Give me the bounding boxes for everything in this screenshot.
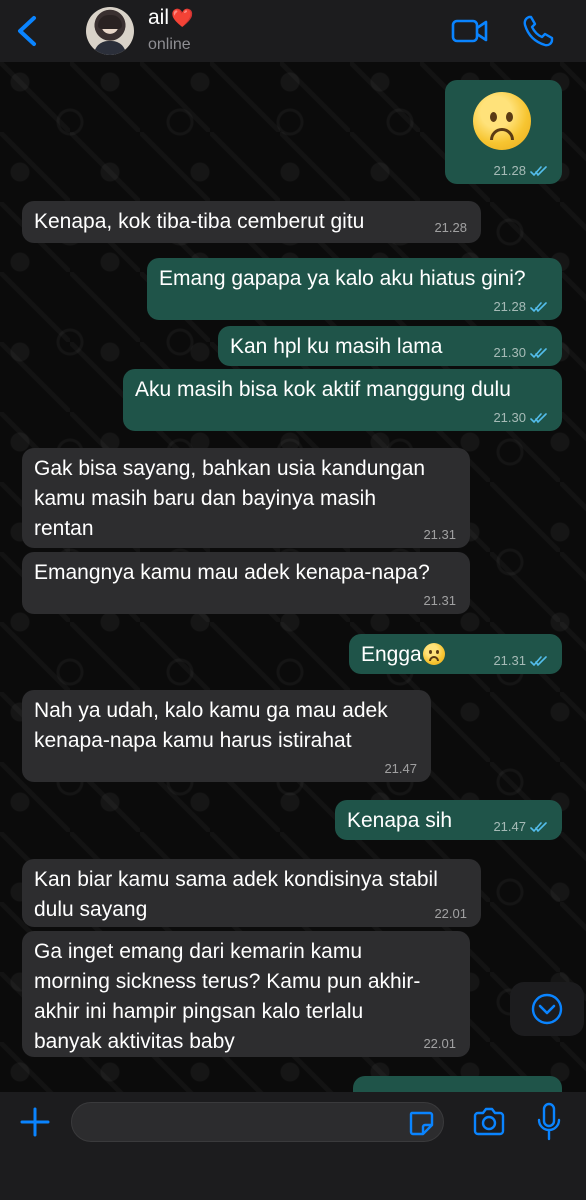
- message-bubble[interactable]: Nah ya udah, kalo kamu ga mau adek kenap…: [22, 690, 431, 782]
- camera-icon[interactable]: [472, 1107, 506, 1137]
- contact-name-text: ail: [148, 6, 170, 29]
- message-bubble[interactable]: 21.28: [445, 80, 562, 184]
- message-time: 21.47: [384, 761, 417, 776]
- message-time: 21.30: [493, 410, 526, 425]
- heart-emoji: ❤️: [171, 8, 194, 28]
- sad-face-emoji: [473, 92, 531, 150]
- read-ticks-icon: [530, 656, 547, 667]
- message-time: 21.28: [493, 299, 526, 314]
- contact-status: online: [148, 36, 191, 53]
- sticker-icon[interactable]: [408, 1110, 434, 1136]
- video-call-icon[interactable]: [451, 16, 489, 46]
- sad-face-emoji: [422, 643, 445, 665]
- message-bubble[interactable]: Kan biar kamu sama adek kondisinya stabi…: [22, 859, 481, 927]
- message-time: 21.31: [493, 653, 526, 668]
- message-text: Emangnya kamu mau adek kenapa-napa?: [34, 561, 430, 584]
- message-bubble[interactable]: Engga 21.31: [349, 634, 562, 674]
- plus-icon[interactable]: [20, 1107, 50, 1137]
- message-time: 22.01: [434, 906, 467, 921]
- message-list[interactable]: 21.28 Kenapa, kok tiba-tiba cemberut git…: [0, 62, 586, 1092]
- message-text: Kenapa sih: [347, 809, 453, 832]
- message-text: Emang gapapa ya kalo aku hiatus gini?: [159, 267, 526, 290]
- read-ticks-icon: [530, 413, 547, 424]
- message-text: Ga inget emang dari kemarin kamu morning…: [34, 940, 421, 1053]
- avatar[interactable]: [86, 7, 134, 55]
- message-time: 21.47: [493, 819, 526, 834]
- message-bubble[interactable]: [353, 1076, 562, 1092]
- read-ticks-icon: [530, 302, 547, 313]
- read-ticks-icon: [530, 348, 547, 359]
- message-bubble[interactable]: Kenapa, kok tiba-tiba cemberut gitu 21.2…: [22, 201, 481, 243]
- message-text: Kan hpl ku masih lama: [230, 335, 443, 358]
- message-bubble[interactable]: Emang gapapa ya kalo aku hiatus gini? 21…: [147, 258, 562, 320]
- message-bubble[interactable]: Ga inget emang dari kemarin kamu morning…: [22, 931, 470, 1057]
- message-text: Kenapa, kok tiba-tiba cemberut gitu: [34, 210, 365, 233]
- read-ticks-icon: [530, 166, 547, 177]
- composer-bar: [0, 1092, 586, 1200]
- message-time: 21.28: [493, 163, 526, 178]
- read-ticks-icon: [530, 822, 547, 833]
- message-bubble[interactable]: Aku masih bisa kok aktif manggung dulu 2…: [123, 369, 562, 431]
- back-chevron-icon[interactable]: [14, 14, 42, 48]
- message-bubble[interactable]: Kenapa sih 21.47: [335, 800, 562, 840]
- message-time: 22.01: [423, 1036, 456, 1051]
- message-time: 21.31: [423, 527, 456, 542]
- message-text: Kan biar kamu sama adek kondisinya stabi…: [34, 868, 438, 921]
- message-input[interactable]: [71, 1102, 444, 1142]
- message-text: Engga: [361, 643, 422, 666]
- contact-name[interactable]: ail ❤️: [148, 6, 193, 30]
- message-time: 21.30: [493, 345, 526, 360]
- message-bubble[interactable]: Kan hpl ku masih lama 21.30: [218, 326, 562, 366]
- message-text: Nah ya udah, kalo kamu ga mau adek kenap…: [34, 699, 388, 752]
- message-bubble[interactable]: Gak bisa sayang, bahkan usia kandungan k…: [22, 448, 470, 548]
- scroll-to-bottom-button[interactable]: [510, 982, 584, 1036]
- message-time: 21.28: [434, 220, 467, 235]
- chat-header: ail ❤️ online: [0, 0, 586, 62]
- microphone-icon[interactable]: [536, 1102, 562, 1142]
- message-text: Gak bisa sayang, bahkan usia kandungan k…: [34, 457, 426, 540]
- message-time: 21.31: [423, 593, 456, 608]
- scroll-down-icon: [531, 993, 563, 1025]
- phone-icon[interactable]: [522, 14, 554, 48]
- message-text: Aku masih bisa kok aktif manggung dulu: [135, 378, 511, 401]
- message-bubble[interactable]: Emangnya kamu mau adek kenapa-napa? 21.3…: [22, 552, 470, 614]
